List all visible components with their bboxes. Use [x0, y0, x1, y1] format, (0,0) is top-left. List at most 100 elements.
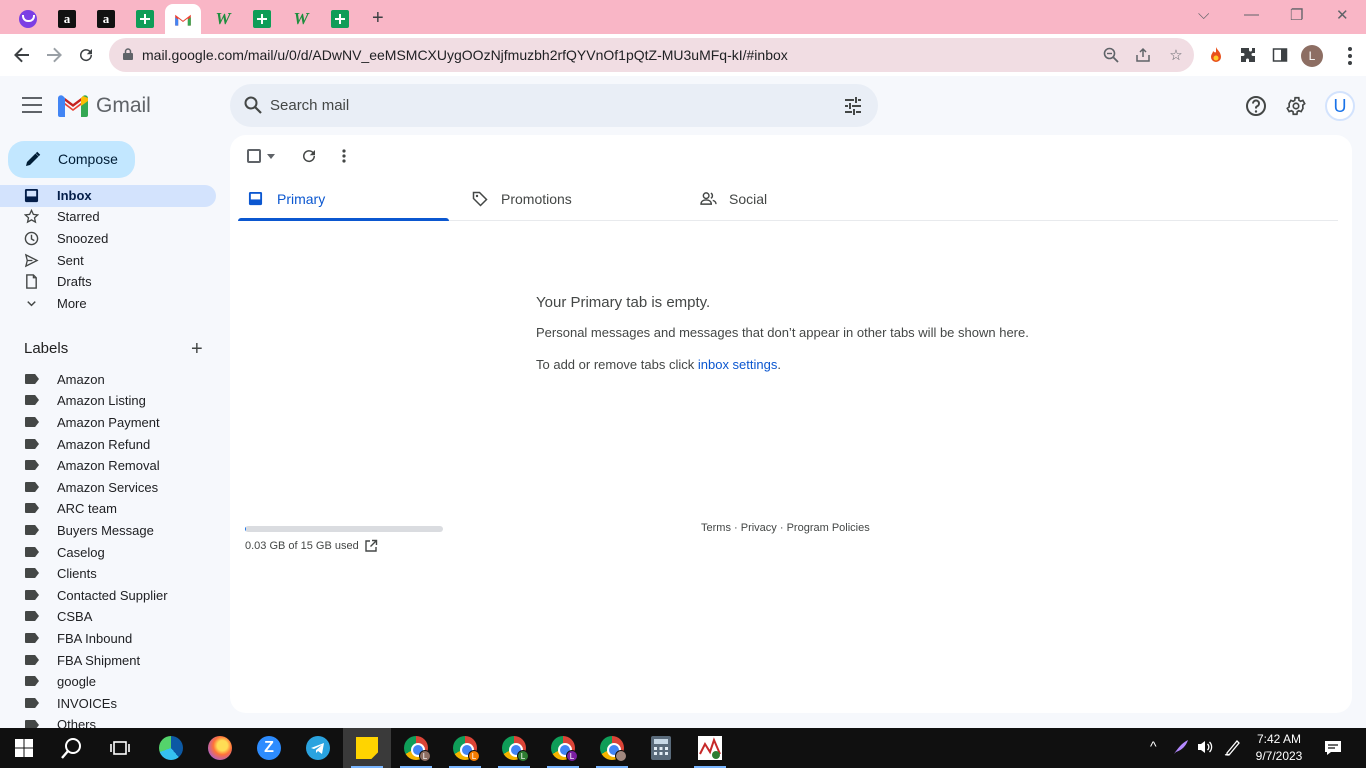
open-external-icon[interactable]: [364, 539, 378, 553]
label-item[interactable]: Amazon Removal: [0, 455, 216, 476]
windows-start-button[interactable]: [0, 728, 48, 768]
nav-item-sent[interactable]: Sent: [0, 250, 216, 272]
google-sheets-icon: [253, 10, 271, 28]
taskbar-chrome-4[interactable]: L: [539, 728, 587, 768]
nav-item-inbox[interactable]: Inbox: [0, 185, 216, 207]
forward-button[interactable]: [42, 43, 66, 67]
search-bar[interactable]: [230, 84, 878, 127]
taskbar-telegram[interactable]: [294, 728, 342, 768]
label-item[interactable]: ARC team: [0, 498, 216, 519]
close-window-button[interactable]: ✕: [1336, 6, 1349, 24]
privacy-link[interactable]: Privacy: [741, 522, 777, 534]
browser-tab-5-gmail[interactable]: [165, 4, 201, 34]
nav-item-snoozed[interactable]: Snoozed: [0, 228, 216, 250]
label-item[interactable]: Caselog: [0, 542, 216, 563]
chrome-menu-button[interactable]: [1342, 45, 1358, 67]
bookmark-star-icon[interactable]: ☆: [1167, 46, 1185, 64]
label-item[interactable]: CSBA: [0, 606, 216, 627]
tag-icon: [472, 191, 488, 207]
browser-tab-6[interactable]: W: [205, 4, 241, 34]
show-hidden-icons-chevron-icon[interactable]: ^: [1150, 738, 1157, 754]
label-item[interactable]: FBA Shipment: [0, 650, 216, 671]
label-item[interactable]: Amazon Refund: [0, 434, 216, 455]
label-item[interactable]: FBA Inbound: [0, 628, 216, 649]
taskbar-chrome-2[interactable]: L: [441, 728, 489, 768]
minimize-window-button[interactable]: —: [1244, 6, 1259, 23]
pen-workspace-icon[interactable]: [1224, 738, 1242, 759]
tab-primary[interactable]: Primary: [238, 178, 449, 221]
empty-state-settings-text: To add or remove tabs click inbox settin…: [536, 357, 781, 372]
nav-item-more[interactable]: More: [0, 293, 216, 315]
nav-item-starred[interactable]: Starred: [0, 206, 216, 228]
browser-tab-1[interactable]: [10, 4, 46, 34]
clock-time: 7:42 AM: [1256, 732, 1302, 746]
taskbar-stock-app[interactable]: [686, 728, 734, 768]
terms-link[interactable]: Terms: [701, 522, 731, 534]
inbox-settings-link[interactable]: inbox settings: [698, 357, 778, 372]
taskbar-sticky-notes[interactable]: [343, 728, 391, 768]
taskbar-chrome-3[interactable]: L: [490, 728, 538, 768]
extension-flame-icon[interactable]: [1206, 45, 1226, 65]
taskbar-clock[interactable]: 7:42 AM 9/7/2023: [1254, 731, 1304, 765]
tab-social[interactable]: Social: [690, 178, 904, 221]
volume-icon[interactable]: [1196, 738, 1214, 759]
extensions-puzzle-icon[interactable]: [1238, 45, 1258, 65]
browser-tab-9[interactable]: [322, 4, 358, 34]
label-item[interactable]: Clients: [0, 563, 216, 584]
label-item[interactable]: google: [0, 671, 216, 692]
tab-search-chevron-icon[interactable]: ⌵: [1198, 6, 1209, 23]
label-item[interactable]: Buyers Message: [0, 520, 216, 541]
taskbar-search-button[interactable]: [48, 728, 96, 768]
zoom-magnifier-icon[interactable]: [1102, 46, 1120, 64]
tab-promotions[interactable]: Promotions: [462, 178, 676, 221]
taskbar-firefox[interactable]: [196, 728, 244, 768]
account-avatar[interactable]: U: [1325, 91, 1355, 121]
search-options-icon[interactable]: [843, 96, 863, 116]
label-item[interactable]: Others: [0, 707, 216, 728]
reload-button[interactable]: [74, 43, 98, 67]
add-label-plus-icon[interactable]: +: [191, 339, 203, 359]
pen-feather-tray-icon[interactable]: [1172, 738, 1190, 759]
label-item[interactable]: Contacted Supplier: [0, 585, 216, 606]
program-policies-link[interactable]: Program Policies: [787, 522, 870, 534]
browser-tab-4[interactable]: [127, 4, 163, 34]
browser-tab-3[interactable]: a: [88, 4, 124, 34]
search-icon[interactable]: [244, 96, 262, 114]
taskbar-calculator[interactable]: [637, 728, 685, 768]
select-dropdown-caret-icon[interactable]: [267, 154, 275, 159]
refresh-icon[interactable]: [300, 147, 318, 165]
side-panel-icon[interactable]: [1270, 45, 1290, 65]
nav-item-drafts[interactable]: Drafts: [0, 271, 216, 293]
chrome-profile-avatar[interactable]: L: [1301, 45, 1323, 67]
address-bar[interactable]: mail.google.com/mail/u/0/d/ADwNV_eeMSMCX…: [109, 38, 1194, 72]
label-item[interactable]: Amazon: [0, 369, 216, 390]
browser-tab-2[interactable]: a: [49, 4, 85, 34]
help-icon[interactable]: [1245, 95, 1267, 117]
main-menu-button[interactable]: [22, 97, 42, 113]
share-icon[interactable]: [1134, 46, 1152, 64]
label-item[interactable]: Amazon Listing: [0, 390, 216, 411]
select-all-checkbox[interactable]: [247, 149, 261, 163]
more-vertical-icon[interactable]: [335, 147, 353, 165]
browser-tab-7[interactable]: [244, 4, 280, 34]
label-item[interactable]: Amazon Services: [0, 477, 216, 498]
task-view-button[interactable]: [96, 728, 144, 768]
taskbar-zoom[interactable]: Z: [245, 728, 293, 768]
label-tag-icon: [25, 720, 39, 728]
settings-gear-icon[interactable]: [1285, 95, 1307, 117]
label-item[interactable]: Amazon Payment: [0, 412, 216, 433]
new-tab-button[interactable]: +: [372, 7, 384, 30]
compose-button[interactable]: Compose: [8, 141, 135, 178]
taskbar-chrome-1[interactable]: L: [392, 728, 440, 768]
notifications-icon[interactable]: [1324, 739, 1342, 760]
browser-tab-strip: a a W W + ⌵ — ❐ ✕: [0, 0, 1366, 34]
search-input[interactable]: [270, 90, 830, 120]
back-button[interactable]: [10, 43, 34, 67]
restore-window-button[interactable]: ❐: [1290, 6, 1303, 24]
star-icon: [24, 209, 39, 224]
gmail-logo-icon[interactable]: [58, 95, 88, 117]
label-tag-icon: [25, 439, 39, 449]
browser-tab-8[interactable]: W: [283, 4, 319, 34]
taskbar-edge[interactable]: [147, 728, 195, 768]
taskbar-chrome-5[interactable]: [588, 728, 636, 768]
